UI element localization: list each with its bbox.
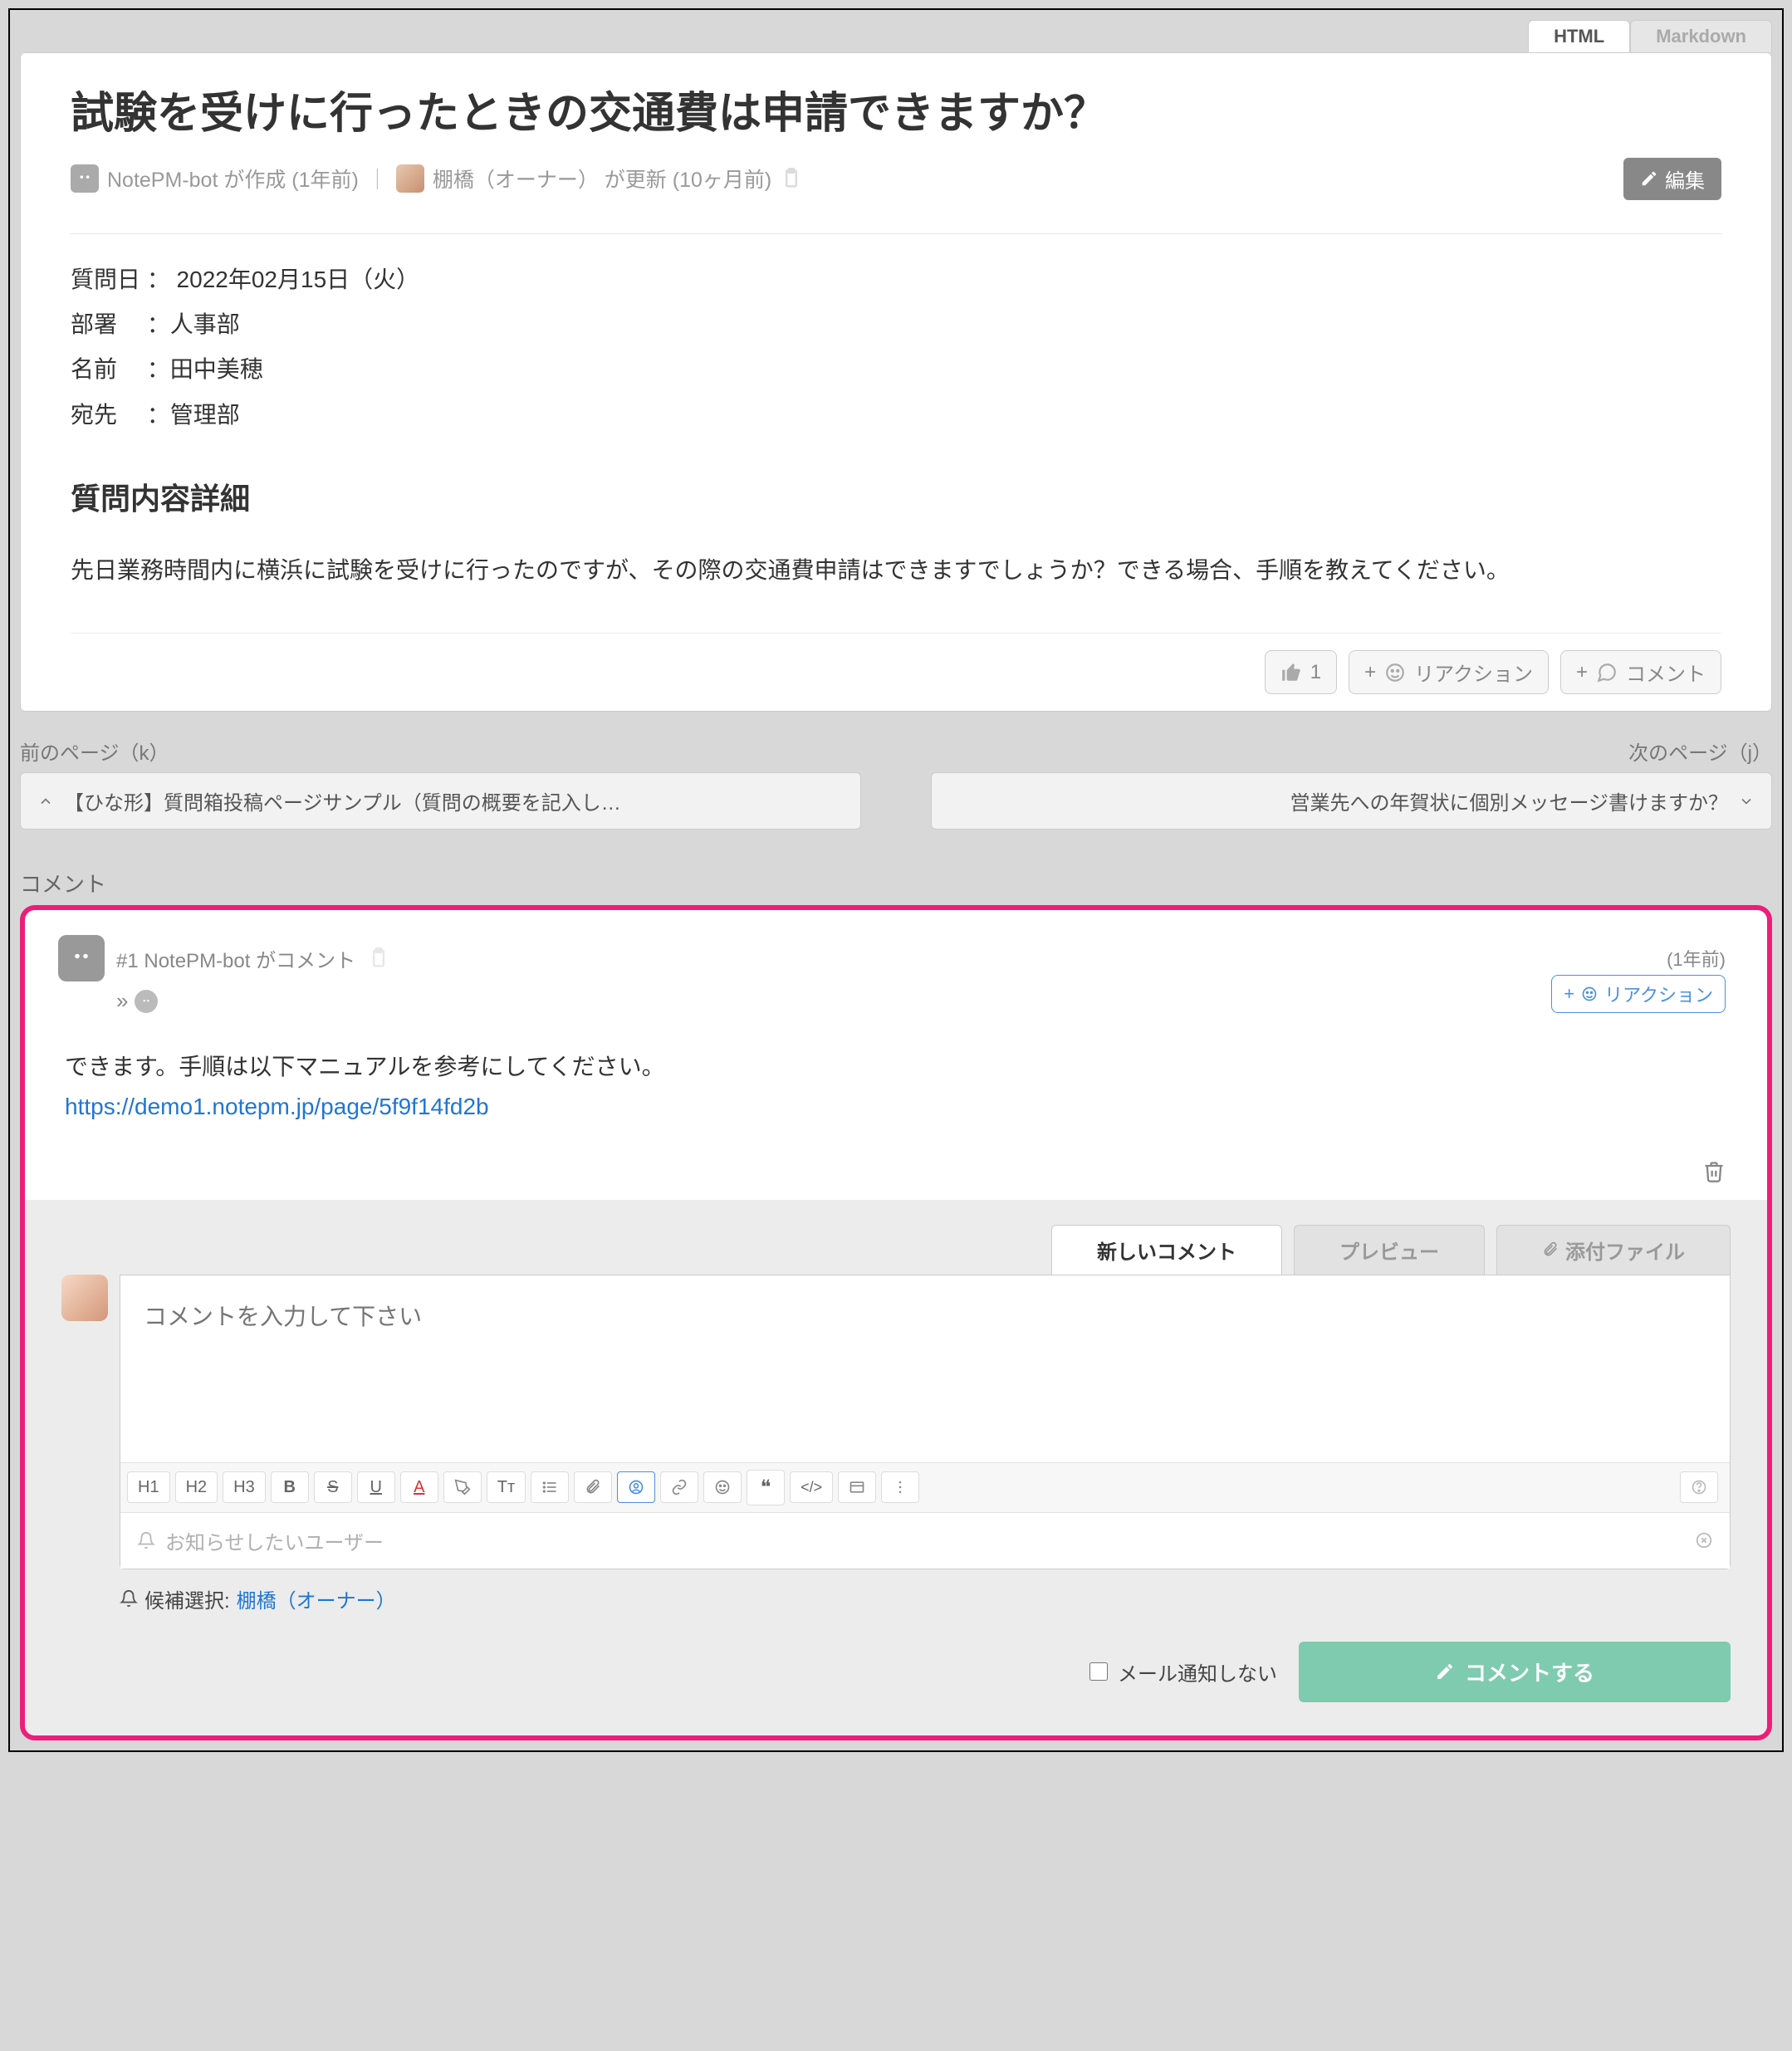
- tb-attach[interactable]: [574, 1471, 612, 1503]
- tb-more[interactable]: [881, 1471, 919, 1503]
- next-label: 次のページ（j）: [931, 737, 1772, 766]
- quote-icon: »: [116, 988, 128, 1014]
- tab-html[interactable]: HTML: [1528, 20, 1630, 52]
- tb-emoji[interactable]: [703, 1471, 742, 1503]
- tb-h2[interactable]: H2: [175, 1471, 218, 1503]
- comment-author: #1 NotePM-bot がコメント: [116, 944, 355, 973]
- no-mail-checkbox[interactable]: メール通知しない: [1089, 1657, 1277, 1686]
- created-by: NotePM-bot が作成 (1年前): [107, 164, 359, 193]
- trash-icon[interactable]: [1702, 1160, 1726, 1183]
- bot-face-icon: [135, 990, 158, 1013]
- suggest-label: 候補選択:: [144, 1584, 230, 1613]
- tb-strike[interactable]: S: [314, 1471, 352, 1503]
- field-to: 宛先 ：管理部: [71, 394, 1721, 436]
- tb-list[interactable]: [531, 1471, 569, 1503]
- field-dept: 部署 ：人事部: [71, 304, 1721, 345]
- reaction-button[interactable]: + リアクション: [1349, 650, 1549, 694]
- notify-user-input[interactable]: お知らせしたいユーザー: [120, 1512, 1730, 1569]
- like-button[interactable]: 1: [1265, 650, 1337, 694]
- comment-button[interactable]: + コメント: [1560, 650, 1721, 694]
- tb-code[interactable]: </>: [790, 1471, 833, 1503]
- edit-button[interactable]: 編集: [1623, 158, 1721, 200]
- comment-timestamp: (1年前): [1667, 945, 1726, 972]
- updated-by: 棚橋（オーナー） が更新 (10ヶ月前): [433, 164, 771, 193]
- article-body: 質問日 ： 2022年02月15日（火） 部署 ：人事部 名前 ：田中美穂 宛先…: [71, 259, 1721, 592]
- tab-preview[interactable]: プレビュー: [1294, 1225, 1485, 1275]
- tb-h1[interactable]: H1: [127, 1471, 170, 1503]
- tab-attach[interactable]: 添付ファイル: [1496, 1225, 1731, 1275]
- comment-input[interactable]: [120, 1275, 1730, 1458]
- article-actions: 1 + リアクション + コメント: [71, 633, 1721, 694]
- section-heading: 質問内容詳細: [71, 472, 1721, 526]
- suggest-user-link[interactable]: 棚橋（オーナー）: [237, 1584, 396, 1613]
- question-body: 先日業務時間内に横浜に試験を受けに行ったのですが、その際の交通費申請はできますで…: [71, 550, 1721, 591]
- comments-heading: コメント: [20, 868, 1772, 898]
- prev-page-button[interactable]: 【ひな形】質問箱投稿ページサンプル（質問の概要を記入し…: [20, 772, 861, 830]
- clipboard-icon[interactable]: [367, 947, 390, 970]
- editor-toolbar: H1 H2 H3 B S U A Tᴛ ❝: [120, 1462, 1730, 1512]
- tb-link[interactable]: [660, 1471, 698, 1503]
- page-title: 試験を受けに行ったときの交通費は申請できますか？: [71, 86, 1721, 143]
- tb-textsize[interactable]: Tᴛ: [487, 1471, 526, 1503]
- tb-highlight[interactable]: [443, 1471, 482, 1503]
- bell-icon: [120, 1589, 138, 1608]
- pager: 前のページ（k） 【ひな形】質問箱投稿ページサンプル（質問の概要を記入し… 次の…: [20, 737, 1772, 830]
- tb-quote[interactable]: ❝: [747, 1470, 785, 1505]
- clear-icon[interactable]: [1695, 1531, 1713, 1549]
- comment-reaction-button[interactable]: + リアクション: [1551, 975, 1726, 1013]
- tb-mention[interactable]: [617, 1471, 655, 1503]
- clipboard-icon[interactable]: [780, 167, 803, 190]
- commenter-avatar: [58, 935, 105, 981]
- comment-editor: 新しいコメント プレビュー 添付ファイル H1 H2 H3 B S: [25, 1200, 1767, 1735]
- tb-h3[interactable]: H3: [223, 1471, 266, 1503]
- notify-placeholder: お知らせしたいユーザー: [165, 1526, 384, 1555]
- updater-avatar: [396, 164, 424, 193]
- suggest-row: 候補選択: 棚橋（オーナー）: [120, 1569, 1731, 1613]
- field-date: 質問日 ： 2022年02月15日（火）: [71, 259, 1721, 301]
- tb-bold[interactable]: B: [271, 1471, 309, 1503]
- view-mode-tabs: HTML Markdown: [20, 20, 1772, 52]
- field-name: 名前 ：田中美穂: [71, 349, 1721, 390]
- comment-link[interactable]: https://demo1.notepm.jp/page/5f9f14fd2b: [65, 1094, 489, 1119]
- current-user-avatar: [61, 1275, 108, 1321]
- bell-icon: [137, 1531, 155, 1549]
- tb-table[interactable]: [838, 1471, 876, 1503]
- tb-underline[interactable]: U: [357, 1471, 395, 1503]
- article-card: 試験を受けに行ったときの交通費は申請できますか？ NotePM-bot が作成 …: [20, 52, 1772, 712]
- tab-markdown[interactable]: Markdown: [1630, 20, 1772, 52]
- tb-help[interactable]: [1680, 1471, 1718, 1503]
- comment-text: できます。手順は以下マニュアルを参考にしてください。: [65, 1047, 1726, 1087]
- prev-label: 前のページ（k）: [20, 737, 861, 766]
- comments-panel: #1 NotePM-bot がコメント (1年前) » + リアクション できま…: [20, 905, 1772, 1740]
- tb-color[interactable]: A: [400, 1471, 438, 1503]
- article-meta: NotePM-bot が作成 (1年前) ｜ 棚橋（オーナー） が更新 (10ヶ…: [71, 158, 1721, 200]
- comment-item: #1 NotePM-bot がコメント (1年前) » + リアクション できま…: [25, 910, 1767, 1143]
- creator-avatar: [71, 164, 99, 193]
- tab-new-comment[interactable]: 新しいコメント: [1051, 1225, 1282, 1275]
- next-page-button[interactable]: 営業先への年賀状に個別メッセージ書けますか？: [931, 772, 1772, 830]
- comment-submit-button[interactable]: コメントする: [1299, 1642, 1731, 1702]
